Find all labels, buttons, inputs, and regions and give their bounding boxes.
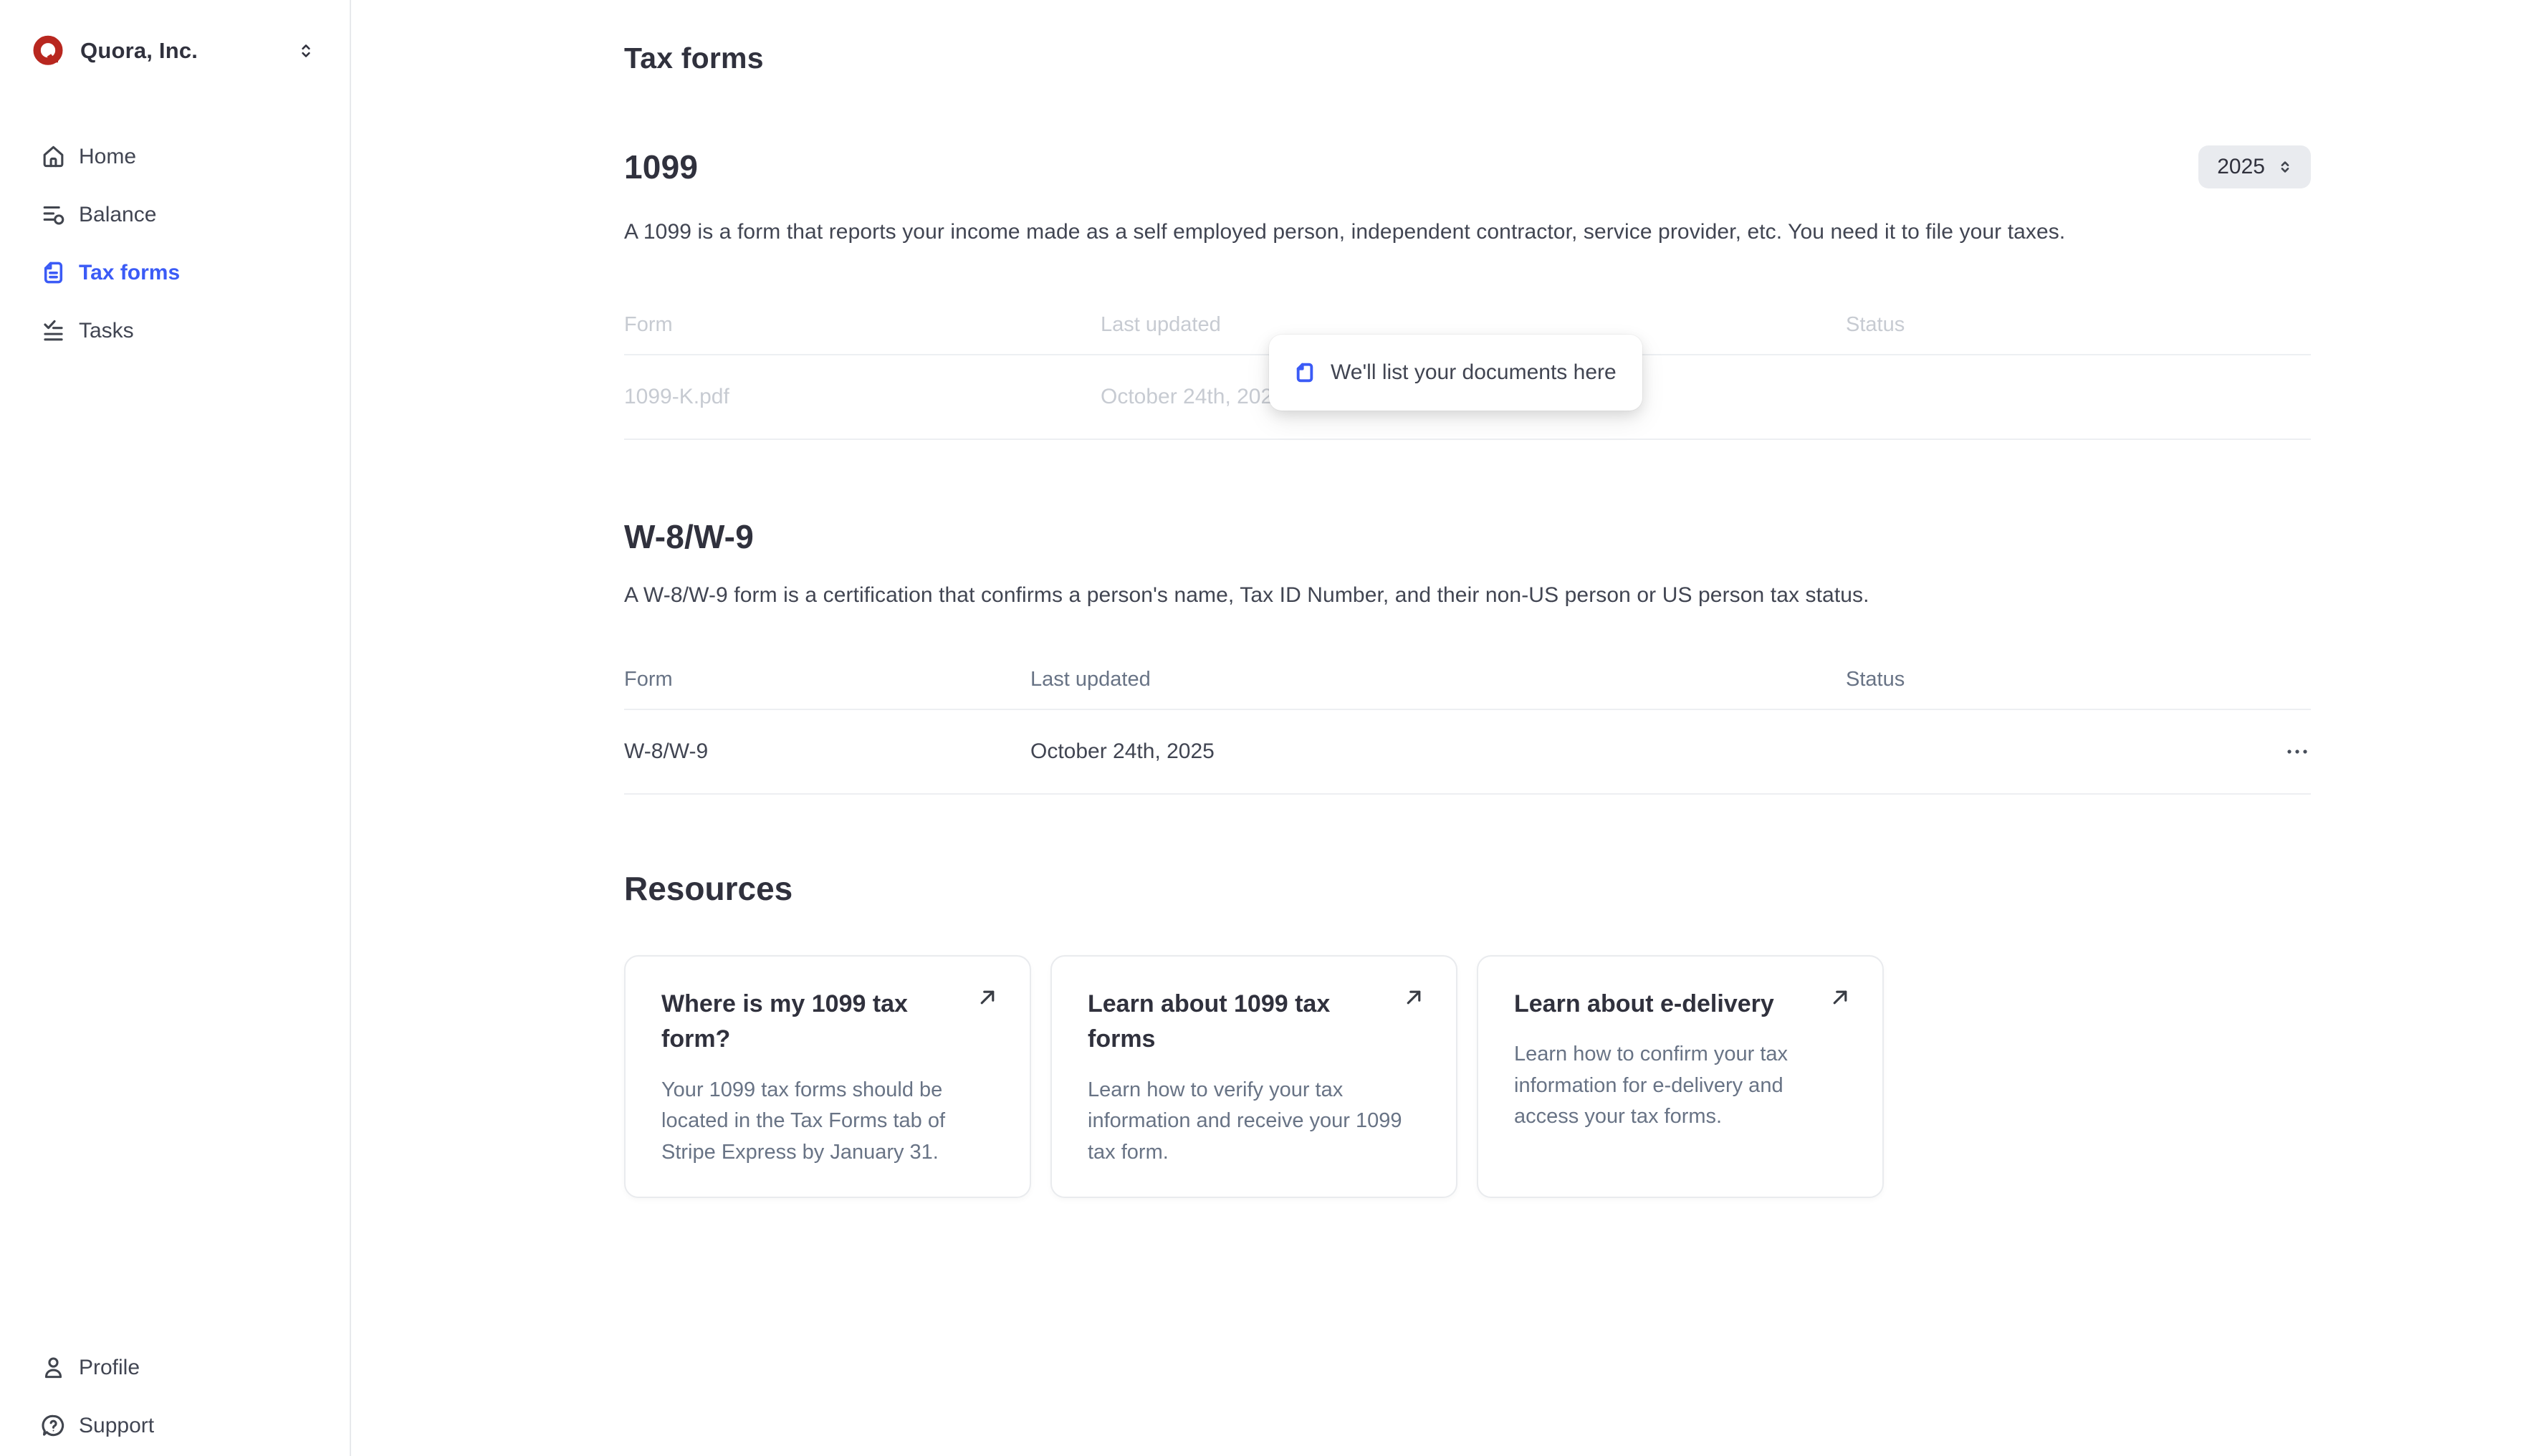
resource-card-learn-1099[interactable]: Learn about 1099 tax forms Learn how to … — [1050, 955, 1457, 1198]
card-title: Learn about e-delivery — [1514, 987, 1851, 1022]
balance-icon — [40, 201, 67, 228]
sidebar-item-tasks[interactable]: Tasks — [0, 302, 350, 360]
company-name: Quora, Inc. — [80, 38, 198, 64]
cell-last-updated: October 24th, 2025 — [1030, 739, 1846, 764]
table-1099: Form Last updated Status 1099-K.pdf Octo… — [624, 313, 2311, 440]
tasks-icon — [40, 317, 67, 344]
sidebar-footer-nav: Profile Support — [0, 1338, 350, 1456]
documents-tooltip: We'll list your documents here — [1269, 335, 1642, 411]
sidebar-item-label: Profile — [79, 1356, 140, 1380]
table-w8w9: Form Last updated Status W-8/W-9 October… — [624, 668, 2311, 795]
sidebar-item-label: Home — [79, 145, 136, 169]
column-header-status: Status — [1846, 668, 2268, 691]
home-icon — [40, 143, 67, 170]
card-body: Learn how to verify your tax information… — [1088, 1075, 1424, 1169]
person-icon — [40, 1354, 67, 1381]
section-1099: 1099 2025 A 1099 is a form that reports … — [624, 145, 2311, 440]
sidebar-item-label: Tasks — [79, 319, 134, 343]
section-heading-resources: Resources — [624, 869, 2311, 908]
section-description-w8w9: A W-8/W-9 form is a certification that c… — [624, 583, 2311, 608]
resource-cards: Where is my 1099 tax form? Your 1099 tax… — [624, 955, 2311, 1198]
sidebar-item-label: Tax forms — [79, 261, 180, 285]
section-w8w9: W-8/W-9 A W-8/W-9 form is a certificatio… — [624, 517, 2311, 795]
card-body: Learn how to confirm your tax informatio… — [1514, 1039, 1851, 1133]
external-link-arrow-icon — [975, 985, 1000, 1010]
quora-logo-icon — [32, 34, 64, 67]
sidebar-item-home[interactable]: Home — [0, 128, 350, 186]
sidebar-item-label: Support — [79, 1414, 154, 1438]
section-resources: Resources Where is my 1099 tax form? You… — [624, 869, 2311, 1198]
page-title: Tax forms — [624, 42, 2311, 75]
resource-card-where-is-1099[interactable]: Where is my 1099 tax form? Your 1099 tax… — [624, 955, 1031, 1198]
sidebar-item-balance[interactable]: Balance — [0, 186, 350, 244]
document-icon — [1293, 361, 1316, 384]
table-row: W-8/W-9 October 24th, 2025 — [624, 709, 2311, 795]
row-actions-button[interactable] — [2268, 740, 2311, 763]
tax-forms-icon — [40, 259, 67, 286]
resource-card-learn-edelivery[interactable]: Learn about e-delivery Learn how to conf… — [1477, 955, 1884, 1198]
app-root: Quora, Inc. Home — [0, 0, 2538, 1456]
section-description-1099: A 1099 is a form that reports your incom… — [624, 220, 2311, 244]
table-header-row: Form Last updated Status — [624, 668, 2311, 709]
sidebar-item-support[interactable]: Support — [0, 1397, 350, 1455]
sidebar: Quora, Inc. Home — [0, 0, 351, 1456]
sidebar-item-tax-forms[interactable]: Tax forms — [0, 244, 350, 302]
cell-form-name: W-8/W-9 — [624, 739, 1030, 764]
cell-form-name: 1099-K.pdf — [624, 385, 1101, 409]
chevron-up-down-icon — [2275, 157, 2295, 177]
card-body: Your 1099 tax forms should be located in… — [661, 1075, 998, 1169]
year-select[interactable]: 2025 — [2198, 145, 2311, 188]
ellipsis-icon — [2285, 747, 2309, 756]
card-title: Learn about 1099 tax forms — [1088, 987, 1424, 1058]
column-header-form: Form — [624, 313, 1101, 337]
account-switcher[interactable]: Quora, Inc. — [0, 34, 350, 67]
main-content: Tax forms 1099 2025 A 1099 is a form tha… — [351, 0, 2538, 1456]
column-header-last-updated: Last updated — [1101, 313, 1846, 337]
sidebar-item-profile[interactable]: Profile — [0, 1338, 350, 1397]
column-header-status: Status — [1846, 313, 2268, 337]
year-select-value: 2025 — [2217, 155, 2265, 179]
card-title: Where is my 1099 tax form? — [661, 987, 998, 1058]
column-header-form: Form — [624, 668, 1030, 691]
section-heading-w8w9: W-8/W-9 — [624, 517, 2311, 556]
tooltip-text: We'll list your documents here — [1331, 360, 1617, 385]
sidebar-item-label: Balance — [79, 203, 156, 227]
chevron-up-down-icon — [295, 40, 317, 62]
help-bubble-icon — [40, 1412, 67, 1439]
external-link-arrow-icon — [1402, 985, 1426, 1010]
section-heading-1099: 1099 — [624, 148, 698, 186]
column-header-last-updated: Last updated — [1030, 668, 1846, 691]
sidebar-nav: Home Balance — [0, 128, 350, 360]
external-link-arrow-icon — [1828, 985, 1852, 1010]
